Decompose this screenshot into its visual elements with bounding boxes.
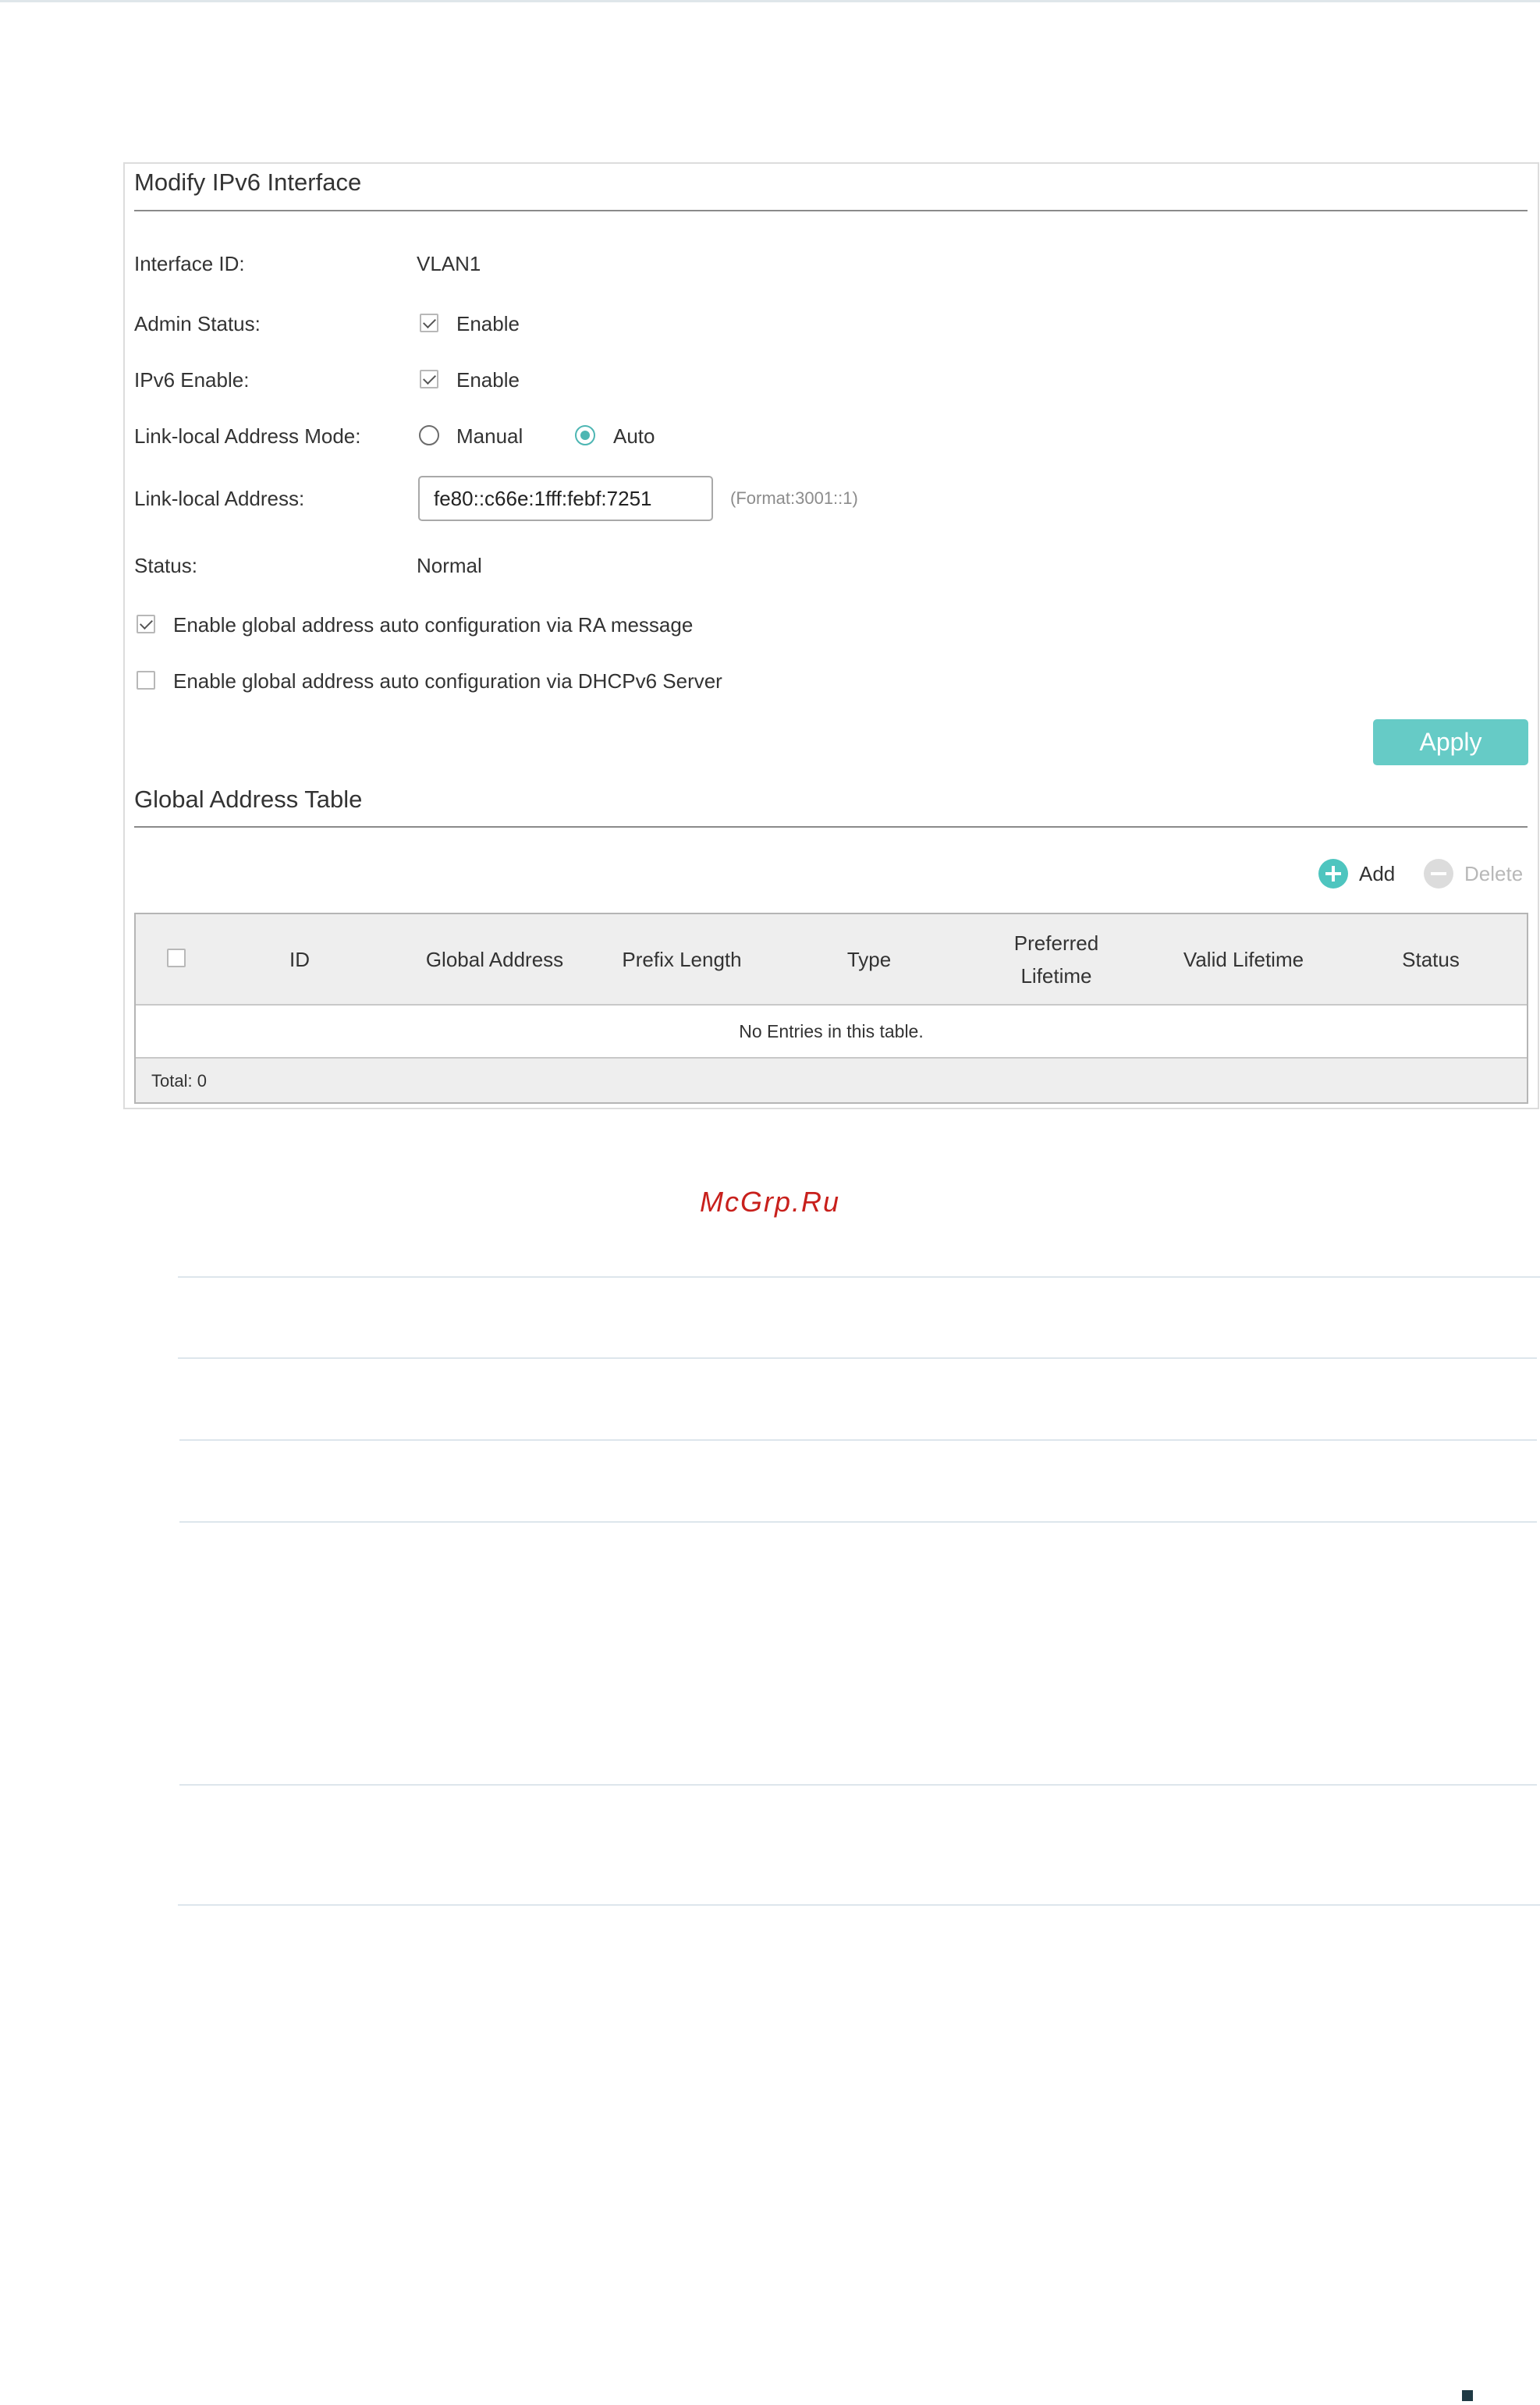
format-hint: (Format:3001::1) xyxy=(730,488,858,508)
ipv6-enable-enable-label[interactable]: Enable xyxy=(456,368,520,392)
corner-mark xyxy=(1462,2390,1473,2401)
column-header-valid-lifetime[interactable]: Valid Lifetime xyxy=(1158,914,1329,1004)
ra-auto-config-label[interactable]: Enable global address auto configuration… xyxy=(173,613,693,637)
divider-line xyxy=(178,1904,1540,1906)
table-footer: Total: 0 xyxy=(136,1059,1527,1102)
column-header-prefix-length[interactable]: Prefix Length xyxy=(596,914,768,1004)
admin-status-enable-label[interactable]: Enable xyxy=(456,312,520,336)
status-label: Status: xyxy=(134,554,197,577)
mode-auto-radio[interactable] xyxy=(575,425,595,445)
column-header-status[interactable]: Status xyxy=(1345,914,1517,1004)
section-divider-global xyxy=(134,826,1528,828)
section-title-modify: Modify IPv6 Interface xyxy=(134,168,362,196)
link-local-mode-label: Link-local Address Mode: xyxy=(134,424,361,448)
interface-id-value: VLAN1 xyxy=(417,252,481,275)
global-address-table: ID Global Address Prefix Length Type Pre… xyxy=(134,913,1528,1104)
apply-button[interactable]: Apply xyxy=(1373,719,1528,765)
admin-status-label: Admin Status: xyxy=(134,312,261,335)
dhcpv6-auto-config-label[interactable]: Enable global address auto configuration… xyxy=(173,669,722,693)
divider-line xyxy=(179,1784,1537,1786)
section-title-global-table: Global Address Table xyxy=(134,786,363,813)
column-header-id[interactable]: ID xyxy=(261,914,339,1004)
column-header-preferred-lifetime[interactable]: Preferred Lifetime xyxy=(970,914,1142,1004)
modify-ipv6-interface-panel: Modify IPv6 Interface Interface ID: VLAN… xyxy=(123,162,1539,1109)
admin-status-checkbox[interactable] xyxy=(420,314,438,332)
table-header: ID Global Address Prefix Length Type Pre… xyxy=(136,914,1527,1006)
mode-manual-label[interactable]: Manual xyxy=(456,424,523,449)
select-all-checkbox[interactable] xyxy=(167,949,186,967)
minus-circle-icon xyxy=(1424,859,1453,889)
column-header-global-address[interactable]: Global Address xyxy=(409,914,580,1004)
divider-line xyxy=(178,1276,1540,1278)
mode-manual-radio[interactable] xyxy=(419,425,439,445)
add-label: Add xyxy=(1359,861,1396,885)
table-empty-row: No Entries in this table. xyxy=(136,1006,1527,1059)
divider-line xyxy=(178,1357,1537,1359)
link-local-address-label: Link-local Address: xyxy=(134,487,305,510)
ipv6-enable-label: IPv6 Enable: xyxy=(134,368,250,392)
ipv6-enable-checkbox[interactable] xyxy=(420,370,438,388)
plus-circle-icon xyxy=(1318,859,1348,889)
ra-auto-config-checkbox[interactable] xyxy=(137,615,155,633)
top-border-line xyxy=(0,0,1540,2)
preferred-lifetime-line2: Lifetime xyxy=(1020,963,1092,988)
delete-button[interactable]: Delete xyxy=(1424,858,1523,889)
column-header-type[interactable]: Type xyxy=(783,914,955,1004)
link-local-address-input[interactable] xyxy=(418,476,713,521)
divider-line xyxy=(179,1439,1537,1441)
divider-line xyxy=(179,1521,1537,1523)
add-button[interactable]: Add xyxy=(1318,858,1395,889)
table-total: Total: 0 xyxy=(151,1071,207,1091)
delete-label: Delete xyxy=(1464,861,1524,885)
dhcpv6-auto-config-checkbox[interactable] xyxy=(137,671,155,690)
status-value: Normal xyxy=(417,554,482,577)
mode-auto-label[interactable]: Auto xyxy=(613,424,655,449)
watermark: McGrp.Ru xyxy=(699,1186,841,1218)
section-divider xyxy=(134,210,1528,211)
preferred-lifetime-line1: Preferred xyxy=(1013,931,1099,955)
interface-id-label: Interface ID: xyxy=(134,252,245,275)
